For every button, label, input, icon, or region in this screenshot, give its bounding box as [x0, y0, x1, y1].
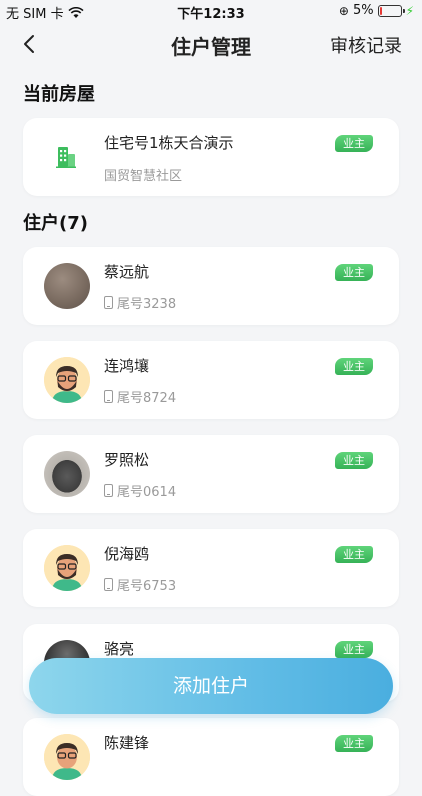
battery-icon: [377, 4, 405, 17]
cartoon-man-avatar-icon: [44, 734, 90, 780]
resident-card[interactable]: 连鸿壤 尾号8724 业主: [23, 341, 399, 419]
resident-avatar: [44, 451, 90, 497]
resident-name: 骆亮: [104, 640, 135, 658]
residents-section-title: 住户(7): [23, 213, 88, 234]
resident-avatar: [44, 734, 90, 780]
resident-name: 罗照松: [104, 451, 150, 469]
owner-badge: 业主: [335, 135, 373, 152]
resident-name: 连鸿壤: [104, 357, 150, 375]
phone-icon: [104, 484, 113, 497]
resident-avatar: [44, 545, 90, 591]
resident-card[interactable]: 蔡远航 尾号3238 业主: [23, 247, 399, 325]
resident-phone-tail: 尾号8724: [117, 391, 177, 406]
owner-badge: 业主: [335, 641, 373, 658]
status-bar: 无 SIM 卡 下午12:33 ⊕ 5% ⚡: [0, 0, 422, 22]
charging-bolt-icon: ⚡: [405, 3, 414, 18]
cartoon-man-avatar-icon: [44, 545, 90, 591]
resident-card[interactable]: 倪海鸥 尾号6753 业主: [23, 529, 399, 607]
owner-badge: 业主: [335, 546, 373, 563]
resident-card[interactable]: 陈建锋 业主: [23, 718, 399, 796]
resident-name: 蔡远航: [104, 263, 150, 281]
battery-percent: 5%: [352, 3, 374, 18]
resident-phone: 尾号3238: [104, 293, 176, 312]
current-house-card[interactable]: 住宅号1栋天合演示 国贸智慧社区 业主: [23, 118, 399, 196]
add-resident-button[interactable]: 添加住户: [29, 658, 393, 714]
phone-icon: [104, 578, 113, 591]
resident-name: 倪海鸥: [104, 545, 150, 563]
resident-avatar: [44, 357, 90, 403]
resident-phone-tail: 尾号6753: [117, 579, 177, 594]
cartoon-man-avatar-icon: [44, 357, 90, 403]
phone-icon: [104, 296, 113, 309]
resident-phone-tail: 尾号3238: [117, 297, 177, 312]
status-right: ⊕ 5% ⚡: [339, 3, 414, 18]
owner-badge: 业主: [335, 358, 373, 375]
community-name: 国贸智慧社区: [104, 169, 183, 184]
current-house-section-title: 当前房屋: [23, 84, 95, 105]
building-icon: [56, 147, 76, 168]
resident-avatar: [44, 263, 90, 309]
resident-card[interactable]: 罗照松 尾号0614 业主: [23, 435, 399, 513]
audit-records-link[interactable]: 审核记录: [330, 32, 402, 58]
resident-phone: 尾号6753: [104, 575, 176, 594]
nav-bar: 住户管理 审核记录: [0, 22, 422, 66]
owner-badge: 业主: [335, 735, 373, 752]
resident-phone-tail: 尾号0614: [117, 485, 177, 500]
owner-badge: 业主: [335, 264, 373, 281]
owner-badge: 业主: [335, 452, 373, 469]
resident-phone: 尾号8724: [104, 387, 176, 406]
house-name: 住宅号1栋天合演示: [104, 134, 234, 152]
phone-icon: [104, 390, 113, 403]
orientation-lock-icon: ⊕: [338, 3, 349, 18]
resident-phone: 尾号0614: [104, 481, 176, 500]
